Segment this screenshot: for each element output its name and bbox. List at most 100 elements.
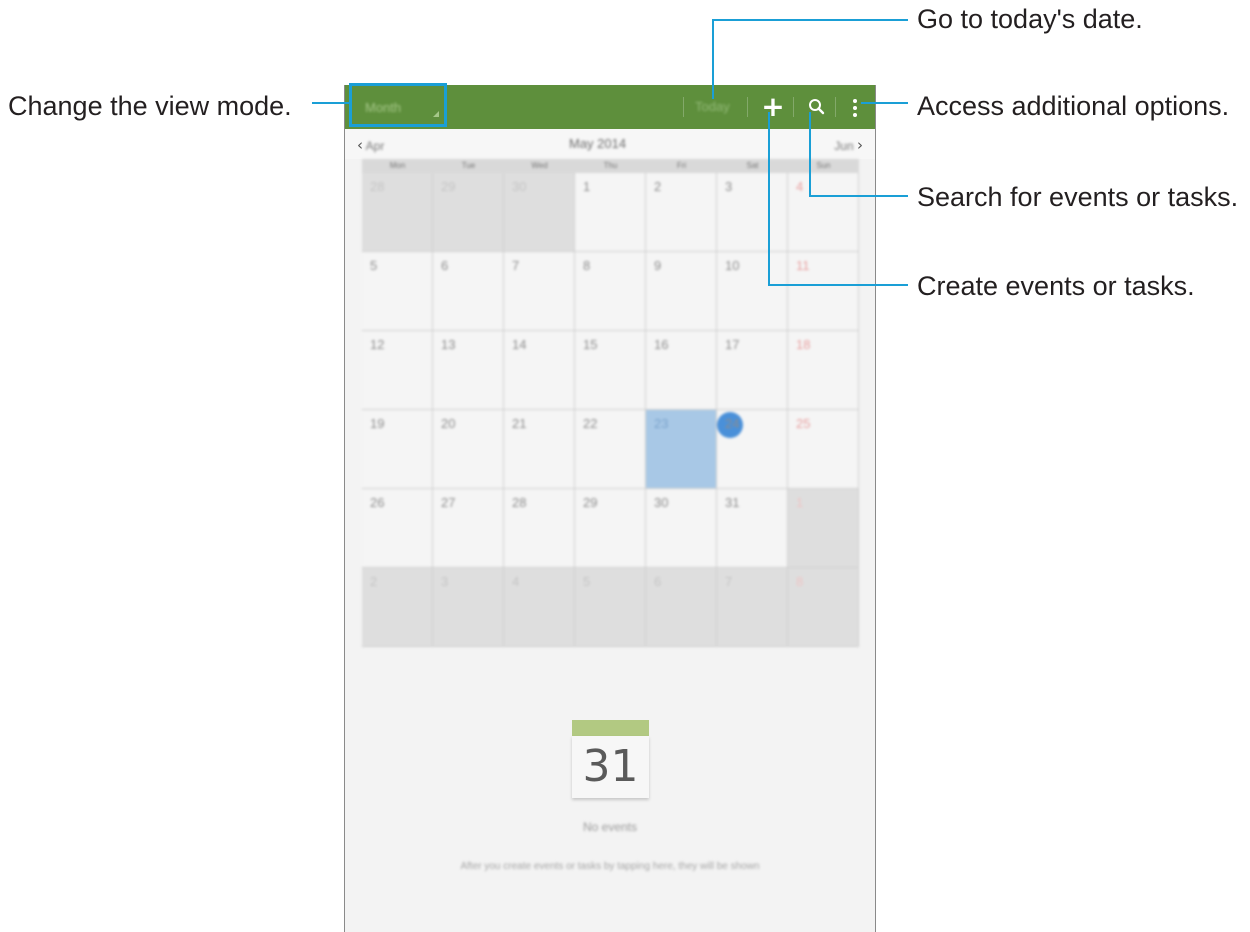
day-number: 5: [583, 574, 591, 589]
day-number: 25: [796, 416, 811, 431]
calendar-day-cell[interactable]: 23: [646, 410, 717, 489]
day-number: 11: [796, 258, 810, 273]
calendar-day-cell[interactable]: 1: [575, 173, 646, 252]
today-button[interactable]: Today: [695, 99, 730, 114]
calendar-day-cell[interactable]: 27: [433, 489, 504, 568]
day-number: 2: [370, 574, 378, 589]
calendar-day-cell[interactable]: 26: [362, 489, 433, 568]
day-number: 26: [370, 495, 385, 510]
calendar-day-cell[interactable]: 28: [362, 173, 433, 252]
day-number: 1: [583, 179, 591, 194]
empty-state-hint[interactable]: After you create events or tasks by tapp…: [345, 861, 875, 872]
day-number: 31: [725, 495, 740, 510]
calendar-screen: Month Today + ‹ Apr May 2014 Jun › Mon T…: [344, 85, 876, 932]
callout-line-view-mode: [312, 102, 349, 104]
calendar-day-cell[interactable]: 8: [575, 252, 646, 331]
calendar-day-cell[interactable]: 4: [788, 173, 859, 252]
calendar-day-cell[interactable]: 2: [646, 173, 717, 252]
prev-month-button[interactable]: ‹ Apr: [357, 136, 384, 154]
day-number: 7: [725, 574, 733, 589]
search-button[interactable]: [804, 94, 830, 120]
calendar-day-cell[interactable]: 14: [504, 331, 575, 410]
calendar-icon-number: 31: [572, 736, 649, 798]
calendar-day-cell[interactable]: 9: [646, 252, 717, 331]
calendar-day-cell[interactable]: 16: [646, 331, 717, 410]
chevron-left-icon: ‹: [357, 136, 363, 154]
calendar-day-cell[interactable]: 10: [717, 252, 788, 331]
calendar-day-cell[interactable]: 3: [717, 173, 788, 252]
action-bar-divider: [835, 97, 836, 117]
calendar-day-cell[interactable]: 28: [504, 489, 575, 568]
calendar-day-cell[interactable]: 8: [788, 568, 859, 647]
calendar-day-cell[interactable]: 17: [717, 331, 788, 410]
month-grid: Mon Tue Wed Thu Fri Sat Sun 28 29 30 1 2 3 4 5 6 7 8 9 10 1…: [362, 159, 859, 649]
day-number: 15: [583, 337, 598, 352]
calendar-day-cell[interactable]: 1: [788, 489, 859, 568]
calendar-day-cell[interactable]: 5: [575, 568, 646, 647]
calendar-day-cell[interactable]: 21: [504, 410, 575, 489]
calendar-day-cell[interactable]: 7: [717, 568, 788, 647]
callout-line-create: [768, 284, 908, 286]
calendar-day-cell[interactable]: 20: [433, 410, 504, 489]
calendar-day-cell[interactable]: 29: [433, 173, 504, 252]
calendar-day-cell[interactable]: 18: [788, 331, 859, 410]
day-number: 17: [725, 337, 740, 352]
next-month-label: Jun: [834, 139, 854, 153]
add-event-button[interactable]: +: [758, 92, 788, 122]
calendar-day-cell[interactable]: 30: [646, 489, 717, 568]
calendar-day-cell[interactable]: 7: [504, 252, 575, 331]
callout-line-search: [809, 195, 908, 197]
day-number: 30: [654, 495, 669, 510]
calendar-day-cell[interactable]: 2: [362, 568, 433, 647]
calendar-day-cell[interactable]: 22: [575, 410, 646, 489]
callout-more-options: Access additional options.: [917, 91, 1230, 121]
calendar-day-cell[interactable]: 5: [362, 252, 433, 331]
calendar-day-cell[interactable]: 19: [362, 410, 433, 489]
more-vertical-icon: [853, 99, 857, 117]
day-number: 12: [370, 337, 385, 352]
day-number: 5: [370, 258, 378, 273]
calendar-day-cell[interactable]: 6: [433, 252, 504, 331]
calendar-day-cell[interactable]: 30: [504, 173, 575, 252]
calendar-day-cell[interactable]: 24: [717, 410, 788, 489]
calendar-day-cell[interactable]: 11: [788, 252, 859, 331]
calendar-day-cell[interactable]: 3: [433, 568, 504, 647]
calendar-day-cell[interactable]: 12: [362, 331, 433, 410]
day-number: 30: [512, 179, 527, 194]
next-month-button[interactable]: Jun ›: [834, 136, 863, 154]
day-number: 8: [796, 574, 804, 589]
calendar-day-cell[interactable]: 13: [433, 331, 504, 410]
calendar-day-cell[interactable]: 6: [646, 568, 717, 647]
day-number: 7: [512, 258, 520, 273]
calendar-day-cell[interactable]: 4: [504, 568, 575, 647]
callout-line-create-vertical: [768, 112, 770, 286]
callout-search: Search for events or tasks.: [917, 182, 1239, 212]
prev-month-label: Apr: [365, 139, 385, 153]
day-number: 29: [583, 495, 598, 510]
day-number: 8: [583, 258, 591, 273]
weekday-label: Fri: [676, 161, 687, 170]
weekday-label: Wed: [531, 161, 548, 170]
day-number: 2: [654, 179, 662, 194]
day-number: 28: [512, 495, 527, 510]
day-number: 22: [583, 416, 598, 431]
weekday-label: Sat: [746, 161, 759, 170]
day-number: 3: [725, 179, 733, 194]
calendar-day-cell[interactable]: 31: [717, 489, 788, 568]
day-number: 1: [796, 495, 804, 510]
day-number: 27: [441, 495, 456, 510]
day-number: 3: [441, 574, 449, 589]
action-bar-divider: [793, 97, 794, 117]
more-options-button[interactable]: [845, 95, 865, 121]
chevron-right-icon: ›: [857, 136, 863, 154]
day-number: 9: [654, 258, 662, 273]
calendar-31-icon: 31: [572, 720, 649, 800]
calendar-icon-header: [572, 720, 649, 736]
callout-create: Create events or tasks.: [917, 271, 1195, 301]
calendar-day-cell[interactable]: 25: [788, 410, 859, 489]
action-bar-divider: [683, 97, 684, 117]
calendar-day-cell[interactable]: 29: [575, 489, 646, 568]
day-number: 4: [512, 574, 520, 589]
calendar-day-cell[interactable]: 15: [575, 331, 646, 410]
day-number: 28: [370, 179, 385, 194]
